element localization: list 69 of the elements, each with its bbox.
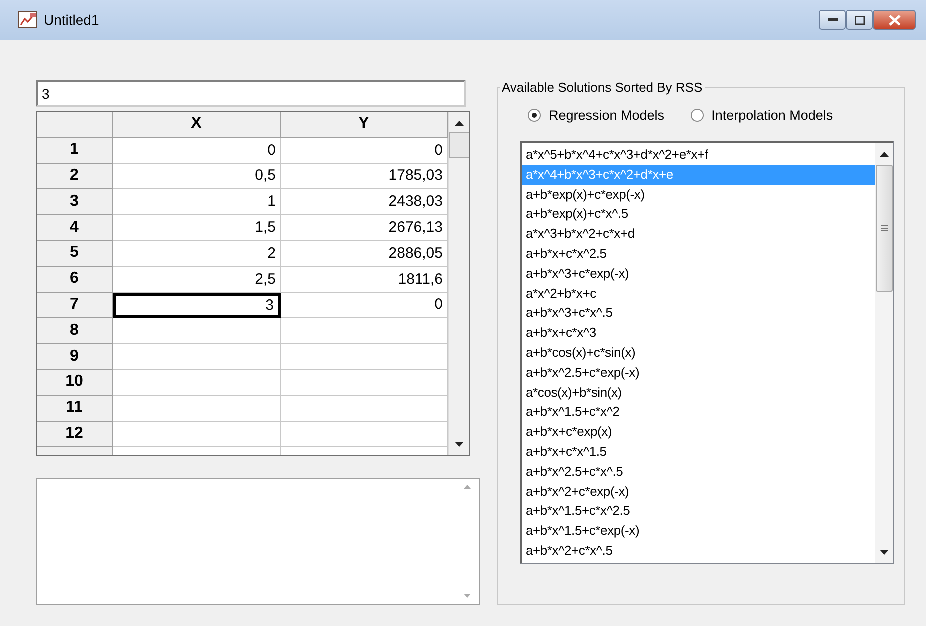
solution-item[interactable]: a*x^2+b*x+c bbox=[522, 284, 875, 304]
close-icon bbox=[888, 14, 900, 26]
scroll-down-icon[interactable] bbox=[880, 550, 888, 554]
solution-item[interactable]: a+b*x^3+c*exp(-x) bbox=[522, 264, 875, 284]
radio-label: Regression Models bbox=[549, 108, 665, 123]
table-cell[interactable]: 1 bbox=[113, 189, 281, 216]
solution-item[interactable]: a*x^3+b*x^2+c*x+d bbox=[522, 224, 875, 244]
row-header[interactable]: 10 bbox=[37, 370, 113, 396]
maximize-icon bbox=[854, 16, 864, 24]
table-cell[interactable] bbox=[113, 422, 281, 448]
table-cell[interactable]: 0 bbox=[113, 138, 281, 164]
solution-item[interactable]: a+b*x+c*x^1.5 bbox=[522, 442, 875, 462]
scrollbar[interactable] bbox=[875, 143, 893, 563]
solution-item[interactable]: a+b*x+c*x^2.5 bbox=[522, 244, 875, 264]
solution-item[interactable]: a+b*x+c*x^3 bbox=[522, 323, 875, 343]
row-header[interactable]: 4 bbox=[37, 215, 113, 241]
scroll-thumb[interactable] bbox=[449, 132, 469, 158]
solution-item[interactable]: a+b*x^1.5+c*x^2.5 bbox=[522, 501, 875, 522]
row-header[interactable]: 3 bbox=[37, 189, 113, 216]
solution-item[interactable]: a+b*x^2.5+c*x^.5 bbox=[522, 462, 875, 482]
row-header[interactable]: 5 bbox=[37, 240, 113, 267]
solution-item[interactable]: a+b*exp(x)+c*exp(-x) bbox=[522, 184, 875, 204]
solution-item[interactable]: a+b*x^2.5+c*exp(-x) bbox=[522, 362, 875, 383]
group-title: Available Solutions Sorted By RSS bbox=[501, 80, 704, 95]
table-cell[interactable] bbox=[113, 344, 281, 370]
solution-item[interactable]: a+b*x^2+c*x^.5 bbox=[522, 540, 875, 561]
window-title: Untitled1 bbox=[44, 12, 100, 28]
solution-item[interactable]: a+b*x^3+c*x^.5 bbox=[522, 303, 875, 324]
table-cell[interactable] bbox=[113, 396, 281, 422]
table-cell[interactable]: 3 bbox=[113, 292, 281, 318]
table-cell[interactable]: 1,5 bbox=[113, 215, 281, 241]
table-cell[interactable] bbox=[113, 370, 281, 396]
row-header[interactable]: 2 bbox=[37, 164, 113, 190]
model-type-radio[interactable]: Regression Models bbox=[528, 108, 665, 123]
scroll-up-icon[interactable] bbox=[455, 120, 464, 126]
table-cell[interactable]: 2 bbox=[113, 240, 281, 267]
maximize-button[interactable] bbox=[846, 10, 873, 30]
solution-item[interactable]: a*x^5+b*x^4+c*x^3+d*x^2+e*x+f bbox=[522, 145, 875, 165]
row-header[interactable]: 9 bbox=[37, 344, 113, 370]
cell-editor-field[interactable]: 3 bbox=[36, 80, 466, 107]
solution-item[interactable]: a+b*x^2+c*exp(-x) bbox=[522, 482, 875, 502]
solution-item[interactable]: a+b*x+c*exp(x) bbox=[522, 422, 875, 442]
table-cell[interactable]: 0,5 bbox=[113, 164, 281, 190]
scroll-up-icon[interactable] bbox=[880, 152, 888, 156]
solution-item[interactable]: a+b*cos(x)+c*sin(x) bbox=[522, 342, 875, 363]
row-header[interactable]: 6 bbox=[37, 266, 113, 293]
row-header[interactable]: 1 bbox=[37, 138, 113, 164]
column-header[interactable]: X bbox=[113, 112, 281, 138]
radio-icon[interactable] bbox=[690, 109, 704, 122]
scrollbar[interactable] bbox=[448, 112, 469, 455]
close-button[interactable] bbox=[873, 10, 916, 30]
radio-icon[interactable] bbox=[528, 109, 541, 122]
minimize-icon bbox=[828, 18, 838, 22]
scroll-thumb[interactable] bbox=[876, 165, 892, 292]
row-header[interactable]: 8 bbox=[37, 318, 113, 344]
solution-item[interactable]: a+b*exp(x)+c*x^.5 bbox=[522, 204, 875, 224]
solution-item[interactable]: a*cos(x)+b*sin(x) bbox=[522, 382, 875, 402]
grip-icon bbox=[880, 225, 888, 232]
row-header[interactable]: 11 bbox=[37, 396, 113, 422]
app-icon bbox=[18, 11, 38, 29]
table-cell[interactable]: 2,5 bbox=[113, 266, 281, 293]
solution-item[interactable]: a+b*x^1.5+c*exp(-x) bbox=[522, 521, 875, 541]
table-cell[interactable] bbox=[113, 318, 281, 344]
row-header[interactable]: 12 bbox=[37, 422, 113, 448]
minimize-button[interactable] bbox=[819, 10, 846, 30]
solution-item[interactable]: a+b*x^1.5+c*x^2 bbox=[522, 402, 875, 422]
scroll-down-icon[interactable] bbox=[455, 442, 464, 446]
column-header[interactable]: Y bbox=[281, 112, 448, 138]
row-header[interactable]: 7 bbox=[37, 292, 113, 318]
